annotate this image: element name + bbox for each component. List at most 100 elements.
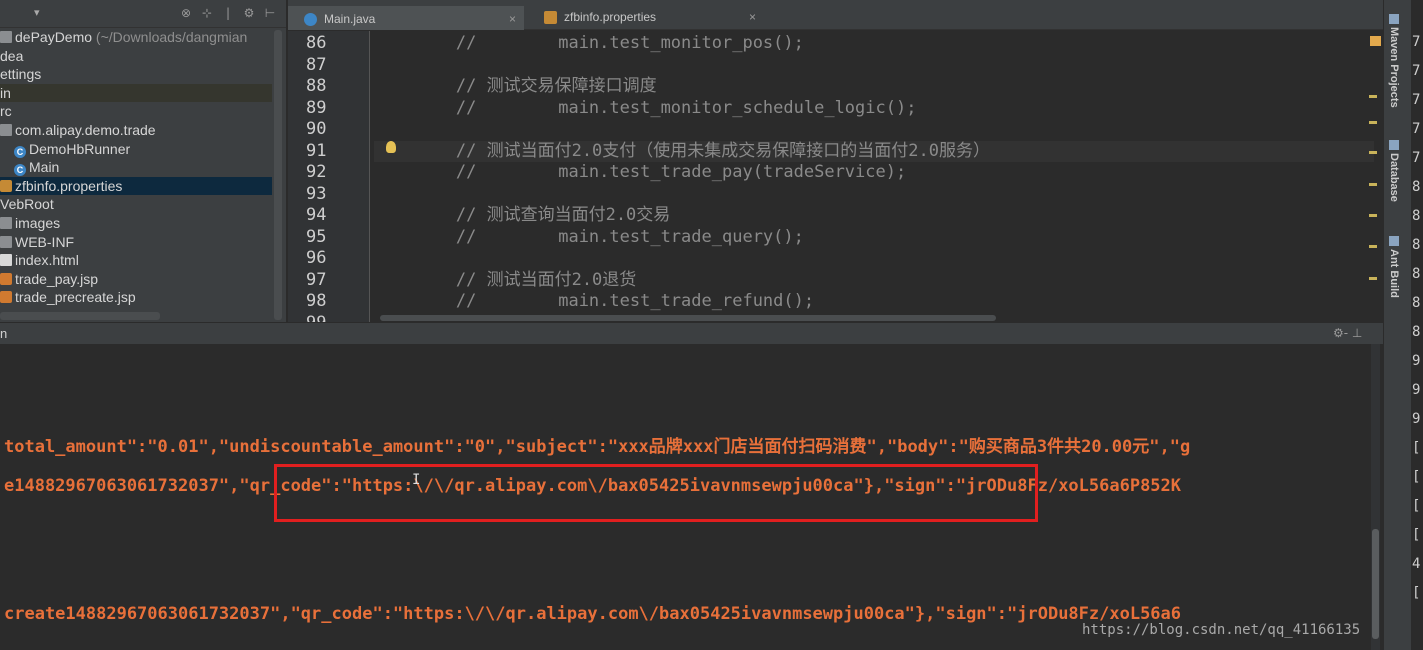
text-cursor-icon: I <box>412 472 421 488</box>
tab-label: Main.java <box>324 12 376 26</box>
collapse-all-icon[interactable]: ⊹ <box>201 7 213 19</box>
tree-item[interactable]: VebRoot <box>0 195 272 214</box>
separator-icon: | <box>225 6 231 20</box>
folder-icon <box>0 235 12 248</box>
line-number-gutter: 86878889909192939495969798 99 <box>288 31 370 322</box>
adjacent-window-char: 7 <box>1412 34 1421 50</box>
adjacent-window-char: 8 <box>1412 266 1421 282</box>
code-line[interactable]: // 测试交易保障接口调度 <box>374 76 1374 98</box>
adjacent-window-char: [ <box>1412 440 1421 456</box>
tree-item[interactable]: in <box>0 83 272 103</box>
close-icon[interactable]: × <box>749 6 756 28</box>
tree-item[interactable]: trade_pay.jsp <box>0 270 272 289</box>
stripe-mark[interactable] <box>1369 95 1377 98</box>
code-line[interactable]: // main.test_monitor_schedule_logic(); <box>374 98 1374 120</box>
code-line[interactable]: // main.test_trade_pay(tradeService); <box>374 162 1374 184</box>
project-view-dropdown-icon[interactable]: ▾ <box>34 6 40 19</box>
tree-item-label: WEB-INF <box>15 233 75 250</box>
tree-item[interactable]: com.alipay.demo.trade <box>0 121 272 140</box>
adjacent-window-char: 8 <box>1412 295 1421 311</box>
tree-item[interactable]: rc <box>0 102 272 121</box>
stripe-mark[interactable] <box>1369 245 1377 248</box>
line-number: 99 <box>288 313 370 323</box>
code-line[interactable] <box>374 55 1374 77</box>
code-line[interactable] <box>374 248 1374 270</box>
jsp-file-icon <box>0 291 12 304</box>
tree-item[interactable]: WEB-INF <box>0 233 272 252</box>
tree-item-label: dePayDemo <box>15 29 93 45</box>
tree-item-label: Main <box>29 159 60 176</box>
tab-label: zfbinfo.properties <box>564 10 657 24</box>
line-number: 86 <box>306 33 327 53</box>
code-line[interactable]: // 测试查询当面付2.0交易 <box>374 205 1374 227</box>
line-number: 90 <box>306 119 327 139</box>
tree-item[interactable]: images <box>0 214 272 233</box>
line-number: 87 <box>306 54 327 75</box>
ant-icon <box>1389 236 1399 246</box>
tab-main-java[interactable]: Main.java × <box>288 6 524 30</box>
code-line[interactable]: // 测试当面付2.0退货 <box>374 270 1374 292</box>
line-number: 92 <box>306 162 327 182</box>
tree-item[interactable]: C DemoHbRunner <box>0 140 272 159</box>
adjacent-window-char: 8 <box>1412 324 1421 340</box>
line-number: 88 <box>306 76 327 96</box>
error-stripe[interactable] <box>1366 31 1380 322</box>
adjacent-window-char: 7 <box>1412 121 1421 137</box>
ant-build-tab[interactable]: Ant Build <box>1388 236 1400 298</box>
tab-zfbinfo-properties[interactable]: zfbinfo.properties × <box>528 6 764 30</box>
console-scrollbar-thumb[interactable] <box>1372 529 1379 639</box>
code-line[interactable]: // main.test_monitor_pos(); <box>374 33 1374 55</box>
tree-item-label: images <box>15 214 61 231</box>
run-panel-settings-icon[interactable]: ⚙- ⊥ <box>1333 326 1362 340</box>
jsp-file-icon <box>0 272 12 285</box>
adjacent-window-char: 8 <box>1412 208 1421 224</box>
project-tree-horizontal-scrollbar[interactable] <box>0 312 160 320</box>
tree-item-label: index.html <box>15 252 79 269</box>
project-tree-scrollbar[interactable] <box>274 30 282 320</box>
adjacent-window-char: 8 <box>1412 237 1421 253</box>
close-icon[interactable]: × <box>509 8 516 30</box>
adjacent-window-char: 4 <box>1412 556 1421 572</box>
editor-horizontal-scrollbar[interactable] <box>380 315 996 321</box>
line-number: 91 <box>306 140 327 161</box>
class-icon: C <box>14 164 26 177</box>
hide-panel-icon[interactable]: ⊢ <box>264 7 276 19</box>
code-line[interactable] <box>374 184 1374 206</box>
adjacent-window-char: 7 <box>1412 92 1421 108</box>
project-tool-window: ▾ ⊗ ⊹ | ⚙ ⊢ dePayDemo (~/Downloads/dangm… <box>0 0 287 322</box>
adjacent-window-char: [ <box>1412 469 1421 485</box>
code-editor[interactable]: 86878889909192939495969798 99 // main.tes… <box>288 31 1383 322</box>
code-line[interactable]: // main.test_trade_query(); <box>374 227 1374 249</box>
database-icon <box>1389 140 1399 150</box>
run-panel-title[interactable]: n <box>0 326 7 341</box>
tree-item[interactable]: index.html <box>0 251 272 270</box>
tree-item-label: dea <box>0 47 24 64</box>
stripe-mark[interactable] <box>1369 214 1377 217</box>
stripe-mark[interactable] <box>1369 121 1377 124</box>
tree-item[interactable]: trade_precreate.jsp <box>0 288 272 307</box>
database-tab[interactable]: Database <box>1388 140 1400 202</box>
code-line[interactable]: // 测试当面付2.0支付（使用未集成交易保障接口的当面付2.0服务） <box>374 140 1374 162</box>
stripe-mark[interactable] <box>1369 277 1377 280</box>
gear-icon[interactable]: ⚙ <box>243 7 255 19</box>
tree-item[interactable]: C Main <box>0 158 272 177</box>
stripe-mark[interactable] <box>1369 151 1377 154</box>
tree-item[interactable]: zfbinfo.properties <box>0 176 272 196</box>
project-toolbar-icons: ⊗ ⊹ | ⚙ ⊢ <box>180 7 276 19</box>
code-line[interactable]: // main.test_trade_refund(); <box>374 291 1374 313</box>
console-scrollbar[interactable] <box>1371 344 1380 650</box>
stripe-mark[interactable] <box>1369 183 1377 186</box>
adjacent-window-char: [ <box>1412 527 1421 543</box>
tree-item[interactable]: dea <box>0 47 272 66</box>
adjacent-window-char: 9 <box>1412 353 1421 369</box>
run-panel-header: n ⚙- ⊥ <box>0 322 1383 344</box>
lightbulb-icon[interactable] <box>386 141 396 153</box>
tree-item[interactable]: ettings <box>0 65 272 84</box>
folder-icon <box>0 216 12 229</box>
tree-item[interactable]: dePayDemo (~/Downloads/dangmian <box>0 28 272 47</box>
scroll-from-source-icon[interactable]: ⊗ <box>180 7 192 19</box>
adjacent-window-edge: 7 7 7 7 7 8 8 8 8 8 8 9 9 9 [[[[4 [ <box>1411 0 1423 650</box>
code-line[interactable] <box>374 119 1374 141</box>
maven-projects-tab[interactable]: Maven Projects <box>1388 14 1400 108</box>
folder-icon <box>0 31 12 43</box>
